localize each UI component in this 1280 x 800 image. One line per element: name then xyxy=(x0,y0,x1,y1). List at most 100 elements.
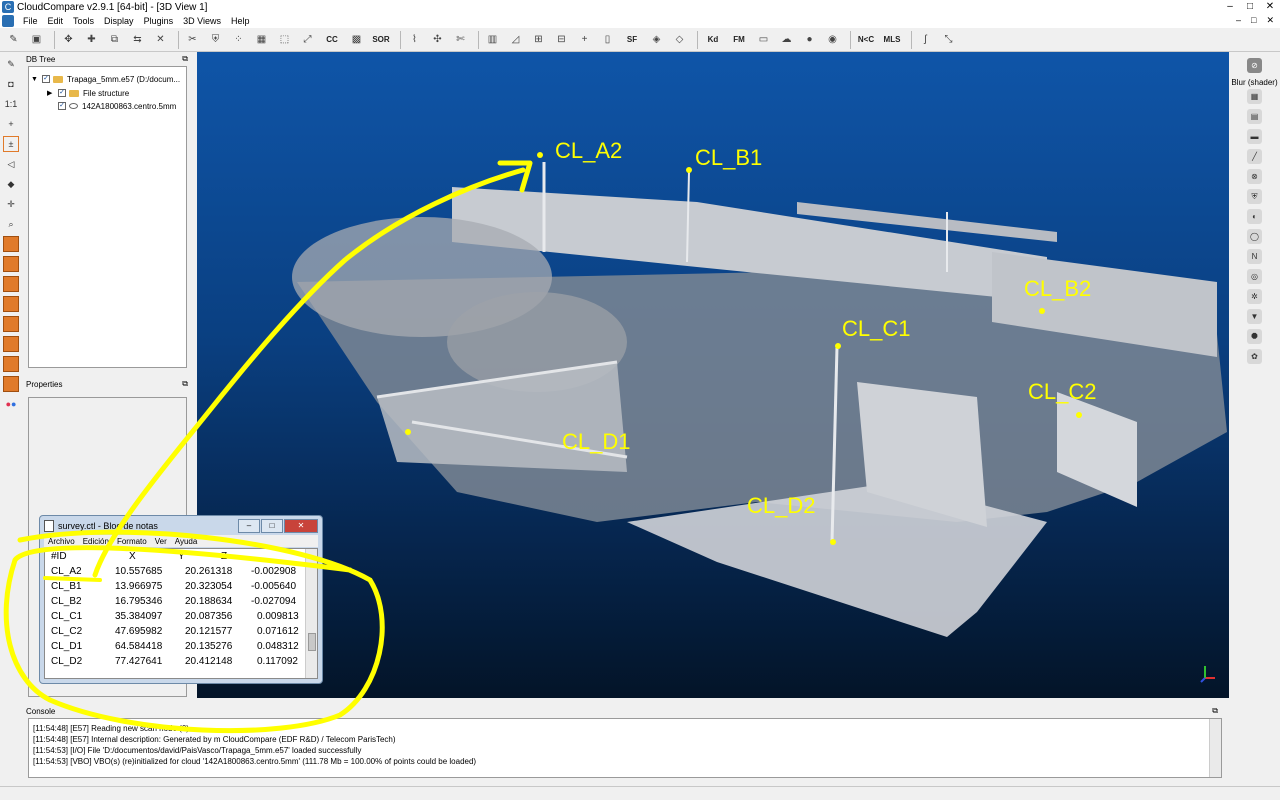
ncc-button[interactable]: N<C xyxy=(855,30,877,49)
console-float-icon[interactable]: ⧉ xyxy=(1212,706,1218,716)
tree-item-cloud[interactable]: ✓ 142A1800863.centro.5mm xyxy=(55,100,176,112)
visibility-checkbox[interactable]: ✓ xyxy=(58,102,66,110)
view-top-icon[interactable] xyxy=(3,256,19,272)
close-button[interactable]: ✕ xyxy=(1264,1,1276,12)
clapper-icon[interactable]: ▬ xyxy=(1247,129,1262,144)
line-icon[interactable]: ╱ xyxy=(1247,149,1262,164)
menu-plugins[interactable]: Plugins xyxy=(139,16,179,26)
sor-button[interactable]: SOR xyxy=(370,30,392,49)
clone-icon[interactable]: ✥ xyxy=(59,30,78,49)
move-icon[interactable]: ✣ xyxy=(428,30,447,49)
viewer-icon[interactable]: ◆ xyxy=(3,176,19,192)
pick-point-icon[interactable]: ✚ xyxy=(82,30,101,49)
notepad-menu-ver[interactable]: Ver xyxy=(155,537,167,546)
notepad-scrollbar[interactable] xyxy=(305,549,317,678)
view-left-icon[interactable] xyxy=(3,276,19,292)
translate-icon[interactable]: ⇆ xyxy=(128,30,147,49)
notepad-close-button[interactable]: ✕ xyxy=(284,519,318,533)
shield-icon[interactable]: ⛨ xyxy=(206,30,225,49)
ghost-icon[interactable]: ☁ xyxy=(777,30,796,49)
shield-plugin-icon[interactable]: ⛨ xyxy=(1247,189,1262,204)
sf-gradient-icon[interactable]: ◿ xyxy=(506,30,525,49)
mdi-restore-button[interactable]: □ xyxy=(1251,15,1256,26)
mesh-icon[interactable]: ▭ xyxy=(754,30,773,49)
sf-arith-icon[interactable]: ⊟ xyxy=(552,30,571,49)
cross-section-icon[interactable]: ⌇ xyxy=(405,30,424,49)
view-iso1-icon[interactable] xyxy=(3,356,19,372)
notepad-menu-edicion[interactable]: Edición xyxy=(83,537,109,546)
pencil-icon[interactable]: ✎ xyxy=(3,56,19,72)
blur-shader-icon[interactable]: ⊘ xyxy=(1247,58,1262,73)
zoom-1to1-icon[interactable]: 1:1 xyxy=(3,96,19,112)
delete-icon[interactable]: ✕ xyxy=(151,30,170,49)
menu-edit[interactable]: Edit xyxy=(43,16,69,26)
remove-sf-icon[interactable]: ▯ xyxy=(598,30,617,49)
north-arrow-icon[interactable]: N xyxy=(1247,249,1262,264)
canupo-icon[interactable]: ◈ xyxy=(647,30,666,49)
octagon-icon[interactable]: ⯃ xyxy=(1247,329,1262,344)
mls-button[interactable]: MLS xyxy=(881,30,903,49)
visibility-checkbox[interactable]: ✓ xyxy=(42,75,50,83)
dbtree-float-icon[interactable]: ⧉ xyxy=(182,54,188,64)
checker-icon[interactable]: ▩ xyxy=(347,30,366,49)
merge-icon[interactable]: ⧉ xyxy=(105,30,124,49)
grid-icon[interactable]: ▦ xyxy=(252,30,271,49)
segment-icon[interactable]: ✂ xyxy=(183,30,202,49)
notepad-text-area[interactable]: #ID X Y Z CL_A2 10.557685 20.261318 -0.0… xyxy=(44,548,318,679)
view-bottom-icon[interactable] xyxy=(3,336,19,352)
save-icon[interactable]: ▣ xyxy=(27,30,46,49)
view-front-icon[interactable] xyxy=(3,236,19,252)
fm-button[interactable]: FM xyxy=(728,30,750,49)
notepad-minimize-button[interactable]: – xyxy=(238,519,260,533)
tree-item-file-structure[interactable]: ▶ ✓ File structure xyxy=(47,87,129,99)
kd-button[interactable]: Kd xyxy=(702,30,724,49)
notepad-scroll-thumb[interactable] xyxy=(308,633,316,651)
flickr-dots-icon[interactable]: ● ● xyxy=(3,396,19,412)
notepad-window[interactable]: survey.ctl - Bloc de notas – □ ✕ Archivo… xyxy=(39,515,323,684)
tree-item-root[interactable]: ▼ ✓ Trapaga_5mm.e57 (D:/docum... xyxy=(31,73,180,85)
auto-pivot-icon[interactable]: ± xyxy=(3,136,19,152)
edl-icon[interactable]: ▤ xyxy=(1247,109,1262,124)
menu-tools[interactable]: Tools xyxy=(68,16,99,26)
transform-icon[interactable]: ⤡ xyxy=(939,30,958,49)
sf-filter-icon[interactable]: ⊞ xyxy=(529,30,548,49)
spline-icon[interactable]: ʃ xyxy=(916,30,935,49)
menu-3d-views[interactable]: 3D Views xyxy=(178,16,226,26)
paint-icon[interactable]: ✿ xyxy=(1247,349,1262,364)
minimize-button[interactable]: – xyxy=(1224,1,1236,12)
visibility-checkbox[interactable]: ✓ xyxy=(58,89,66,97)
add-sf-icon[interactable]: + xyxy=(575,30,594,49)
scissors-icon[interactable]: ✄ xyxy=(451,30,470,49)
sf-button[interactable]: SF xyxy=(621,30,643,49)
view-back-icon[interactable] xyxy=(3,296,19,312)
zoom-icon[interactable]: ⌕ xyxy=(3,216,19,232)
notepad-menu-archivo[interactable]: Archivo xyxy=(48,537,75,546)
view-iso2-icon[interactable] xyxy=(3,376,19,392)
sphere-icon[interactable]: ● xyxy=(800,30,819,49)
ssao-icon[interactable]: ▦ xyxy=(1247,89,1262,104)
rotation-icon[interactable]: ✛ xyxy=(3,196,19,212)
crop-icon[interactable]: ⬚ xyxy=(275,30,294,49)
expand-arrow-icon[interactable]: ▼ xyxy=(31,76,39,83)
classify-icon[interactable]: ◇ xyxy=(670,30,689,49)
align-icon[interactable]: ⤢ xyxy=(298,30,317,49)
filter-icon[interactable]: ▼ xyxy=(1247,309,1262,324)
mdi-minimize-button[interactable]: – xyxy=(1236,15,1241,26)
3d-view[interactable]: CL_A2 CL_B1 CL_B2 CL_C1 CL_C2 CL_D1 CL_D… xyxy=(197,52,1229,698)
properties-float-icon[interactable]: ⧉ xyxy=(182,379,188,389)
camera-icon[interactable]: ◘ xyxy=(3,76,19,92)
menu-help[interactable]: Help xyxy=(226,16,255,26)
subsample-icon[interactable]: ⁘ xyxy=(229,30,248,49)
compass-icon[interactable]: ⊗ xyxy=(1247,169,1262,184)
network-icon[interactable]: ✲ xyxy=(1247,289,1262,304)
notepad-menu-ayuda[interactable]: Ayuda xyxy=(175,537,198,546)
menu-file[interactable]: File xyxy=(18,16,43,26)
cloud-tool-icon[interactable]: ◐ xyxy=(1247,209,1262,224)
mdi-close-button[interactable]: ✕ xyxy=(1266,15,1274,26)
pivot-icon[interactable]: + xyxy=(3,116,19,132)
disc-icon[interactable]: ◉ xyxy=(823,30,842,49)
notepad-restore-button[interactable]: □ xyxy=(261,519,283,533)
cc-button[interactable]: CC xyxy=(321,30,343,49)
restore-button[interactable]: □ xyxy=(1244,1,1256,12)
hpr-icon[interactable]: ◎ xyxy=(1247,269,1262,284)
